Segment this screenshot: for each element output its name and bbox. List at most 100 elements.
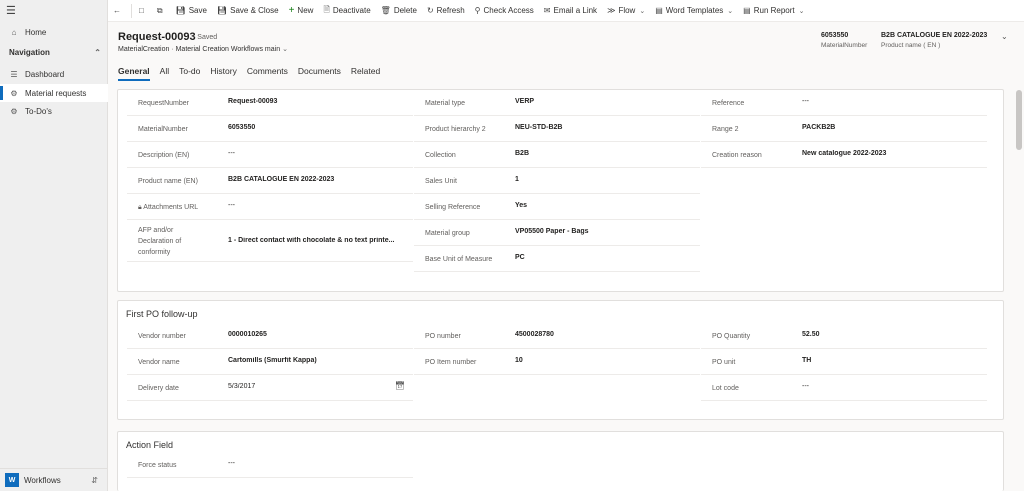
sidebar-item-todos[interactable]: ⚙ To-Do's xyxy=(0,102,108,120)
field-force-status[interactable]: Force status --- xyxy=(127,452,413,478)
tab-documents[interactable]: Documents xyxy=(298,66,341,81)
sidebar-item-dashboard[interactable]: ☰ Dashboard xyxy=(0,65,108,83)
field-material-type[interactable]: Material type VERP xyxy=(414,90,700,116)
field-label: Description (EN) xyxy=(138,152,190,159)
tab-general[interactable]: General xyxy=(118,66,150,81)
field-vendor-name[interactable]: Vendor name Cartomills (Smurfit Kappa) xyxy=(127,349,413,375)
form-view-button[interactable]: □ xyxy=(134,0,152,22)
back-arrow-icon: ← xyxy=(113,6,121,15)
field-collection[interactable]: Collection B2B xyxy=(414,142,700,168)
hamburger-menu-icon[interactable]: ☰ xyxy=(6,4,16,17)
field-label-text: Attachments URL xyxy=(143,204,199,211)
field-creation-reason[interactable]: Creation reason New catalogue 2022-2023 xyxy=(701,142,987,168)
workflow-icon: ⚙ xyxy=(10,106,18,116)
field-afp-declaration[interactable]: AFP and/or Declaration of conformity 1 - … xyxy=(127,220,413,262)
save-icon: 💾︎ xyxy=(175,6,186,15)
field-value: Request-00093 xyxy=(228,98,278,105)
field-label: Collection xyxy=(425,152,456,159)
field-value: PC xyxy=(515,254,525,261)
chevron-down-icon: ⌄ xyxy=(282,46,288,53)
new-label: New xyxy=(297,6,314,15)
tab-related[interactable]: Related xyxy=(351,66,380,81)
word-templates-button[interactable]: ▤ Word Templates ⌄ xyxy=(650,0,738,22)
field-label: Product hierarchy 2 xyxy=(425,126,486,133)
header-field-label: Product name ( EN ) xyxy=(881,42,941,49)
field-value: 4500028780 xyxy=(515,331,554,338)
field-value: 0000010265 xyxy=(228,331,267,338)
save-button[interactable]: 💾︎ Save xyxy=(171,0,212,22)
report-icon: ▤ xyxy=(743,6,751,15)
chevron-down-icon[interactable]: ⌄ xyxy=(1001,32,1008,41)
home-icon: ⌂ xyxy=(11,27,17,37)
header-field-value: B2B CATALOGUE EN 2022-2023 xyxy=(881,32,988,39)
field-selling-reference[interactable]: Selling Reference Yes xyxy=(414,194,700,220)
field-range-2[interactable]: Range 2 PACKB2B xyxy=(701,116,987,142)
new-button[interactable]: + New xyxy=(284,0,319,22)
save-close-button[interactable]: 💾︎ Save & Close xyxy=(212,0,284,22)
field-sales-unit[interactable]: Sales Unit 1 xyxy=(414,168,700,194)
field-attachments-url[interactable]: 🔒︎ Attachments URL --- xyxy=(127,194,413,220)
field-po-number[interactable]: PO number 4500028780 xyxy=(414,323,700,349)
field-value: VERP xyxy=(515,98,535,105)
record-status: - Saved xyxy=(193,34,218,41)
field-label: Material group xyxy=(425,230,470,237)
field-material-number[interactable]: MaterialNumber 6053550 xyxy=(127,116,413,142)
deactivate-icon: 🗎︎ xyxy=(323,4,330,14)
navigation-heading[interactable]: Navigation ⌃ xyxy=(9,48,101,57)
deactivate-button[interactable]: 🗎︎ Deactivate xyxy=(318,0,375,22)
chevron-up-icon: ⌃ xyxy=(94,48,101,57)
field-product-name-en[interactable]: Product name (EN) B2B CATALOGUE EN 2022-2… xyxy=(127,168,413,194)
field-po-quantity[interactable]: PO Quantity 52.50 xyxy=(701,323,987,349)
field-lot-code[interactable]: Lot code --- xyxy=(701,375,987,401)
area-switcher[interactable]: W Workflows ⇵ xyxy=(0,468,108,491)
field-label: PO Quantity xyxy=(712,333,751,340)
field-value: NEU-STD-B2B xyxy=(515,124,563,131)
run-report-button[interactable]: ▤ Run Report ⌄ xyxy=(738,0,809,22)
field-vendor-number[interactable]: Vendor number 0000010265 xyxy=(127,323,413,349)
field-material-group[interactable]: Material group VP05500 Paper - Bags xyxy=(414,220,700,246)
header-field-value: 6053550 xyxy=(821,32,849,39)
field-product-hierarchy-2[interactable]: Product hierarchy 2 NEU-STD-B2B xyxy=(414,116,700,142)
first-po-section: First PO follow-up Vendor number 00000102… xyxy=(117,300,1004,420)
field-description-en[interactable]: Description (EN) --- xyxy=(127,142,413,168)
delete-button[interactable]: 🗑︎ Delete xyxy=(376,0,422,22)
sidebar-item-material-requests[interactable]: ⚙ Material requests xyxy=(0,84,108,102)
action-field-section: Action Field Force status --- xyxy=(117,431,1004,491)
field-value: New catalogue 2022-2023 xyxy=(802,150,887,157)
plus-icon: + xyxy=(288,5,295,16)
refresh-button[interactable]: ↻ Refresh xyxy=(422,0,470,22)
chevron-down-icon: ⌄ xyxy=(798,7,805,15)
form-selector[interactable]: Material Creation Workflows main xyxy=(176,46,281,53)
field-label: Lot code xyxy=(712,385,739,392)
field-reference[interactable]: Reference --- xyxy=(701,90,987,116)
sidebar-item-home[interactable]: ⌂ Home xyxy=(0,23,108,41)
field-request-number[interactable]: RequestNumber Request-00093 xyxy=(127,90,413,116)
command-bar: ← □ ⧉ 💾︎ Save 💾︎ Save & Close + New 🗎︎ Deact… xyxy=(108,0,1024,22)
field-label: RequestNumber xyxy=(138,100,189,107)
tab-comments[interactable]: Comments xyxy=(247,66,288,81)
check-access-button[interactable]: ⚲ Check Access xyxy=(470,0,539,22)
field-base-unit-of-measure[interactable]: Base Unit of Measure PC xyxy=(414,246,700,272)
navigation-heading-label: Navigation xyxy=(9,48,50,57)
back-button[interactable]: ← xyxy=(108,0,129,22)
email-link-button[interactable]: ✉ Email a Link xyxy=(539,0,602,22)
tab-all[interactable]: All xyxy=(160,66,169,81)
delete-label: Delete xyxy=(393,6,417,15)
field-label: Product name (EN) xyxy=(138,178,198,185)
field-value: 5/3/2017 xyxy=(228,383,256,390)
dashboard-icon: ☰ xyxy=(10,69,18,79)
tab-history[interactable]: History xyxy=(210,66,236,81)
tab-todo[interactable]: To-do xyxy=(179,66,200,81)
field-label: Range 2 xyxy=(712,126,739,133)
calendar-icon[interactable]: 📅︎ xyxy=(395,381,405,390)
flow-button[interactable]: ≫ Flow ⌄ xyxy=(602,0,650,22)
field-po-unit[interactable]: PO unit TH xyxy=(701,349,987,375)
field-po-item-number[interactable]: PO Item number 10 xyxy=(414,349,700,375)
field-label: Material type xyxy=(425,100,466,107)
document-icon: □ xyxy=(139,6,144,15)
field-label: PO Item number xyxy=(425,359,477,366)
general-section: RequestNumber Request-00093 MaterialNumbe… xyxy=(117,89,1004,292)
field-delivery-date[interactable]: Delivery date 5/3/2017 📅︎ xyxy=(127,375,413,401)
scrollbar[interactable] xyxy=(1016,90,1022,150)
open-new-window-button[interactable]: ⧉ xyxy=(152,0,171,22)
